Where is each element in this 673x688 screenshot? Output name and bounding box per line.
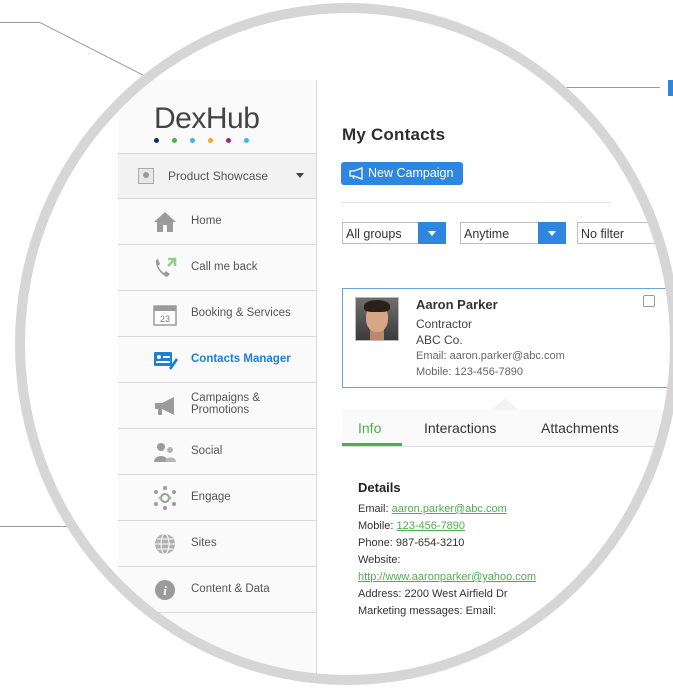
megaphone-icon	[349, 167, 363, 180]
info-icon: i	[155, 580, 175, 600]
account-selector[interactable]: Product Showcase	[118, 153, 316, 199]
chevron-down-icon	[296, 173, 304, 178]
user-icon	[138, 168, 154, 184]
engage-network-icon	[154, 486, 176, 510]
email-link[interactable]: aaron.parker@abc.com	[392, 503, 507, 515]
globe-icon	[155, 533, 175, 555]
megaphone-icon	[155, 397, 174, 415]
sidebar-item-label: Engage	[191, 491, 231, 503]
logo-dot	[226, 138, 231, 143]
sidebar: DexHub Product Showcase Home Call me bac…	[118, 80, 317, 685]
contact-name: Aaron Parker	[416, 297, 498, 312]
chevron-down-icon[interactable]	[418, 222, 446, 244]
label-line: Campaigns &	[191, 392, 261, 404]
label-line: Promotions	[191, 404, 250, 416]
contact-detail-panel: Info Interactions Attachments Details Em…	[342, 410, 673, 685]
sidebar-item-label: Home	[191, 215, 222, 227]
sidebar-item-booking[interactable]: 23 Booking & Services	[118, 291, 316, 337]
select-value: Anytime	[464, 227, 510, 241]
logo-dot	[208, 138, 213, 143]
contact-role: Contractor	[416, 317, 473, 331]
magnifier-lens: DexHub Product Showcase Home Call me bac…	[15, 3, 673, 685]
avatar	[355, 297, 399, 341]
sidebar-item-label: Contacts Manager	[191, 353, 291, 365]
sidebar-item-engage[interactable]: Engage	[118, 475, 316, 521]
details-email-row: Email: aaron.parker@abc.com	[358, 503, 507, 515]
details-website-label: Website:	[358, 554, 401, 566]
phone-callback-icon	[155, 257, 177, 277]
details-address-row: Address: 2200 West Airfield Dr	[358, 588, 508, 600]
dexhub-logo[interactable]: DexHub	[154, 102, 260, 143]
details-website-row: http://www.aaronparker@yahoo.com	[358, 571, 536, 583]
details-mobile-row: Mobile: 123-456-7890	[358, 520, 465, 532]
select-value: No filter	[581, 227, 625, 241]
contact-email: Email: aaron.parker@abc.com	[416, 350, 565, 362]
logo-dot	[190, 138, 195, 143]
tab-attachments[interactable]: Attachments	[541, 420, 619, 436]
avatar-hair	[364, 300, 390, 312]
tab-bar: Info Interactions Attachments	[342, 410, 673, 447]
sidebar-item-label: Booking & Services	[191, 307, 291, 319]
page-title: My Contacts	[342, 125, 446, 144]
house-icon	[154, 212, 176, 232]
calendar-icon: 23	[153, 305, 177, 326]
svg-text:23: 23	[160, 314, 170, 324]
contact-mobile: Mobile: 123-456-7890	[416, 366, 524, 378]
time-filter-select[interactable]: Anytime	[460, 222, 566, 244]
details-marketing-row: Marketing messages: Email:	[358, 605, 497, 617]
logo-dot	[172, 138, 177, 143]
details-section: Details Email: aaron.parker@abc.com Mobi…	[342, 447, 673, 685]
logo-dot	[244, 138, 249, 143]
logo-dot	[154, 138, 159, 143]
chevron-down-icon[interactable]	[538, 222, 566, 244]
status-filter-select[interactable]: No filter	[577, 222, 673, 244]
logo-dots	[154, 138, 259, 143]
sidebar-item-label: Sites	[191, 537, 217, 549]
contact-card-icon	[154, 352, 178, 370]
field-label: Email:	[358, 503, 392, 515]
mobile-link[interactable]: 123-456-7890	[397, 520, 466, 532]
sidebar-item-label: Campaigns & Promotions	[191, 392, 260, 416]
account-label: Product Showcase	[168, 169, 269, 183]
group-filter-select[interactable]: All groups	[342, 222, 446, 244]
people-icon	[154, 443, 176, 462]
sidebar-item-label: Call me back	[191, 261, 258, 273]
panel-pointer	[491, 398, 519, 410]
sidebar-item-social[interactable]: Social	[118, 429, 316, 475]
sidebar-item-label: Social	[191, 445, 223, 457]
sidebar-item-label: Content & Data	[191, 583, 270, 595]
contact-company: ABC Co.	[416, 333, 463, 347]
tab-info[interactable]: Info	[358, 420, 381, 436]
select-value: All groups	[346, 227, 402, 241]
new-campaign-button[interactable]: New Campaign	[341, 162, 463, 185]
website-link[interactable]: http://www.aaronparker@yahoo.com	[358, 571, 536, 583]
sidebar-item-sites[interactable]: Sites	[118, 521, 316, 567]
divider	[341, 202, 611, 203]
tab-active-indicator	[342, 443, 402, 446]
svg-text:i: i	[163, 583, 167, 598]
field-label: Mobile:	[358, 520, 397, 532]
details-phone-row: Phone: 987-654-3210	[358, 537, 465, 549]
select-checkbox[interactable]	[643, 295, 655, 307]
new-campaign-label: New Campaign	[368, 166, 454, 180]
details-heading: Details	[358, 480, 401, 495]
sidebar-item-campaigns[interactable]: Campaigns & Promotions	[118, 383, 316, 429]
main-content: My Contacts New Campaign All groups Anyt…	[318, 80, 673, 685]
contact-card[interactable]: Aaron Parker Contractor ABC Co. Email: a…	[342, 288, 672, 388]
sidebar-item-call-me-back[interactable]: Call me back	[118, 245, 316, 291]
sidebar-item-contacts-manager[interactable]: Contacts Manager	[118, 337, 316, 383]
logo-text: DexHub	[154, 102, 260, 135]
sidebar-item-home[interactable]: Home	[118, 199, 316, 245]
sidebar-item-content-data[interactable]: i Content & Data	[118, 567, 316, 613]
tab-interactions[interactable]: Interactions	[424, 420, 496, 436]
